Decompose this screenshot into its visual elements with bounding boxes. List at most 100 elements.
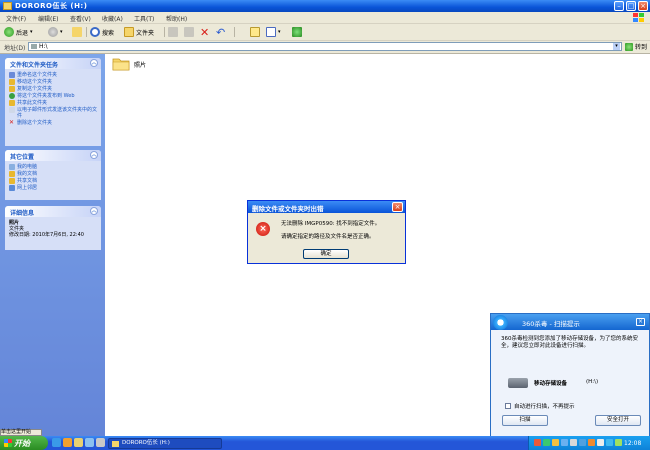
popup-close-button[interactable]: × bbox=[636, 318, 645, 326]
dropdown-arrow-icon: ▾ bbox=[60, 29, 63, 35]
undo-button[interactable]: ↶ bbox=[216, 26, 225, 39]
menu-view[interactable]: 查看(V) bbox=[70, 14, 91, 23]
task-label: 删除这个文件夹 bbox=[17, 120, 53, 126]
minimize-button[interactable]: – bbox=[614, 1, 624, 11]
up-folder-button[interactable] bbox=[72, 26, 82, 38]
folders-button[interactable]: 文件夹 bbox=[124, 26, 154, 38]
folders-label: 文件夹 bbox=[136, 29, 155, 37]
back-button[interactable]: 后退 ▾ bbox=[4, 26, 33, 38]
details-header[interactable]: 详细信息 ︽ bbox=[5, 206, 101, 217]
show-desktop-icon[interactable] bbox=[74, 438, 83, 447]
share-icon bbox=[9, 100, 15, 106]
task-rename[interactable]: 重命名这个文件夹 bbox=[9, 72, 97, 78]
start-button[interactable]: 开始 bbox=[0, 436, 48, 450]
delete-button[interactable]: ✕ bbox=[200, 26, 209, 39]
quick-launch-app-icon[interactable] bbox=[85, 438, 94, 447]
error-message: 无法删除 IMGP0590: 找不到指定文件。 bbox=[281, 221, 381, 227]
views-icon bbox=[266, 27, 276, 37]
search-button[interactable]: 搜索 bbox=[90, 26, 114, 38]
views-button[interactable]: ▾ bbox=[266, 26, 281, 38]
start-tooltip: 单击这里开始 bbox=[0, 429, 42, 436]
error-dialog: 删除文件或文件夹时出错 × × 无法删除 IMGP0590: 找不到指定文件。 … bbox=[247, 200, 406, 264]
popup-title: 360杀毒 - 扫描提示 bbox=[522, 320, 580, 328]
task-copy[interactable]: 复制这个文件夹 bbox=[9, 86, 97, 92]
window-title-bar[interactable]: DORORO伍长 (H:) – □ × bbox=[0, 0, 650, 12]
error-hint: 请确定指定的路径及文件名是否正确。 bbox=[281, 234, 375, 240]
menu-favorites[interactable]: 收藏(A) bbox=[102, 14, 123, 23]
move-to-icon bbox=[168, 27, 178, 37]
tray-app-icon[interactable] bbox=[615, 439, 622, 446]
file-tasks-panel: 文件和文件夹任务 ︽ 重命名这个文件夹 移动这个文件夹 复制这个文件夹 将这个文… bbox=[5, 58, 101, 146]
other-places-header[interactable]: 其它位置 ︽ bbox=[5, 150, 101, 161]
ie-icon[interactable] bbox=[52, 438, 61, 447]
go-button[interactable]: 转到 bbox=[625, 42, 647, 51]
quick-launch-app-icon[interactable] bbox=[96, 438, 105, 447]
dropdown-arrow-icon: ▾ bbox=[278, 29, 281, 35]
taskbar-clock: 12:08 bbox=[624, 440, 642, 447]
dialog-title: 删除文件或文件夹时出错 bbox=[252, 205, 324, 213]
task-move[interactable]: 移动这个文件夹 bbox=[9, 79, 97, 85]
task-delete[interactable]: ✕ 删除这个文件夹 bbox=[9, 119, 97, 127]
tray-app-icon[interactable] bbox=[534, 439, 541, 446]
menu-file[interactable]: 文件(F) bbox=[6, 14, 26, 23]
menu-help[interactable]: 帮助(H) bbox=[166, 14, 187, 23]
toolbar-separator bbox=[86, 27, 87, 37]
maximize-button[interactable]: □ bbox=[626, 1, 636, 11]
auto-scan-checkbox[interactable] bbox=[505, 403, 511, 409]
sync-button[interactable] bbox=[292, 26, 302, 38]
file-tasks-header[interactable]: 文件和文件夹任务 ︽ bbox=[5, 58, 101, 69]
shared-folder-icon bbox=[9, 178, 15, 184]
collapse-chevron-icon[interactable]: ︽ bbox=[90, 151, 98, 159]
move-icon bbox=[9, 79, 15, 85]
task-label: 重命名这个文件夹 bbox=[17, 72, 58, 78]
move-to-button[interactable] bbox=[168, 26, 178, 38]
place-my-computer[interactable]: 我的电脑 bbox=[9, 164, 97, 170]
delete-x-icon: ✕ bbox=[9, 119, 15, 126]
copy-to-button[interactable] bbox=[184, 26, 194, 38]
place-label: 我的电脑 bbox=[17, 164, 38, 170]
collapse-chevron-icon[interactable]: ︽ bbox=[90, 59, 98, 67]
quick-launch bbox=[52, 438, 105, 447]
tray-app-icon[interactable] bbox=[552, 439, 559, 446]
back-arrow-icon bbox=[4, 27, 14, 37]
properties-button[interactable] bbox=[250, 26, 260, 38]
place-my-documents[interactable]: 我的文档 bbox=[9, 171, 97, 177]
safely-remove-hardware-icon[interactable] bbox=[570, 439, 577, 446]
tray-app-icon[interactable] bbox=[561, 439, 568, 446]
windows-logo-icon bbox=[633, 13, 644, 22]
collapse-chevron-icon[interactable]: ︽ bbox=[90, 207, 98, 215]
network-tray-icon[interactable] bbox=[579, 439, 586, 446]
task-label: 共享此文件夹 bbox=[17, 100, 48, 106]
address-dropdown-icon[interactable]: ▾ bbox=[613, 43, 620, 50]
antivirus-popup: 360杀毒 - 扫描提示 × 360杀毒检测到您添加了移动存储设备，为了您的系统… bbox=[490, 313, 650, 437]
dialog-close-button[interactable]: × bbox=[392, 202, 403, 212]
antivirus-tray-icon[interactable] bbox=[588, 439, 595, 446]
menu-edit[interactable]: 编辑(E) bbox=[38, 14, 58, 23]
auto-scan-label[interactable]: 自动进行扫描，不再提示 bbox=[514, 402, 575, 410]
task-pane: 文件和文件夹任务 ︽ 重命名这个文件夹 移动这个文件夹 复制这个文件夹 将这个文… bbox=[0, 54, 105, 436]
tray-app-icon[interactable] bbox=[606, 439, 613, 446]
folder-icon[interactable] bbox=[112, 56, 130, 71]
close-button[interactable]: × bbox=[638, 1, 648, 11]
task-share[interactable]: 共享此文件夹 bbox=[9, 100, 97, 106]
place-shared-documents[interactable]: 共享文档 bbox=[9, 178, 97, 184]
scan-button[interactable]: 扫描 bbox=[502, 415, 548, 426]
ok-button[interactable]: 确定 bbox=[303, 249, 349, 259]
forward-button[interactable]: ▾ bbox=[48, 26, 63, 38]
task-publish-web[interactable]: 将这个文件夹发布到 Web bbox=[9, 93, 97, 99]
dialog-title-bar[interactable]: 删除文件或文件夹时出错 × bbox=[248, 201, 405, 213]
taskbar-window-item[interactable]: DORORO伍长 (H:) bbox=[108, 438, 222, 449]
place-network[interactable]: 网上邻居 bbox=[9, 185, 97, 191]
tray-app-icon[interactable] bbox=[543, 439, 550, 446]
network-icon bbox=[9, 185, 15, 191]
media-player-icon[interactable] bbox=[63, 438, 72, 447]
task-email[interactable]: 以电子邮件形式发送该文件夹中的文件 bbox=[9, 107, 97, 119]
task-label: 移动这个文件夹 bbox=[17, 79, 53, 85]
sync-icon bbox=[292, 27, 302, 37]
safe-open-button[interactable]: 安全打开 bbox=[595, 415, 641, 426]
menu-tools[interactable]: 工具(T) bbox=[134, 14, 154, 23]
volume-icon[interactable] bbox=[597, 439, 604, 446]
address-input[interactable]: H:\ ▾ bbox=[28, 42, 622, 51]
error-icon: × bbox=[256, 222, 270, 236]
folder-name[interactable]: 照片 bbox=[134, 60, 146, 69]
